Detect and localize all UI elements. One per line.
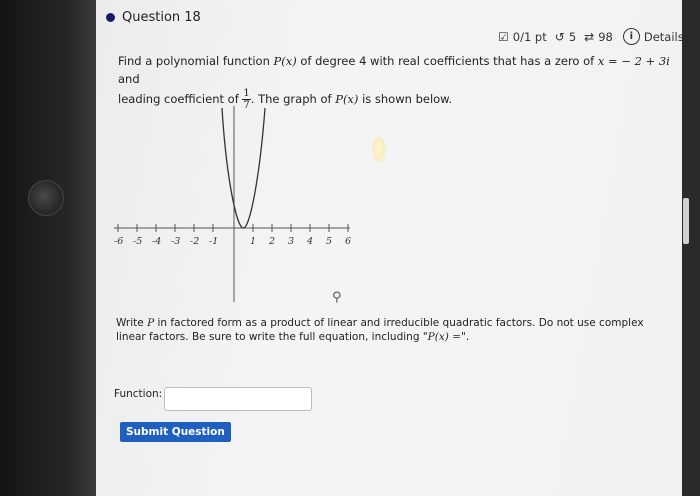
prompt-text: of degree 4 with real coefficients that … (300, 54, 595, 68)
attempts-icon: ⇄ (584, 29, 595, 44)
camera-lens (28, 180, 64, 216)
x-tick-label: 2 (268, 236, 275, 247)
x-tick-label: 6 (345, 236, 351, 247)
question-panel: Question 18 ☑ 0/1 pt ↺ 5 ⇄ 98 i Details … (96, 0, 682, 496)
x-tick-label: -3 (171, 236, 180, 247)
x-tick-label: -4 (152, 236, 161, 247)
prompt-text: Find a polynomial function (118, 54, 270, 68)
right-bezel (680, 0, 700, 496)
math-zero: x = − 2 + 3i (597, 54, 670, 68)
checkbox-edit-icon: ☑ (498, 29, 509, 44)
function-label: Function: (114, 388, 163, 400)
polynomial-graph: -6 -5 -4 -3 -2 -1 1 2 3 4 5 6 (114, 106, 351, 302)
screen-glare (372, 136, 386, 162)
math-p-of-x: P(x) (273, 54, 297, 68)
prompt-text: and (118, 72, 140, 86)
info-icon[interactable]: i (622, 28, 640, 45)
instruction-text: ". (460, 331, 470, 343)
instruction-text: in factored form as a product of linear … (116, 317, 644, 343)
score-text: 0/1 pt (512, 29, 547, 44)
question-status-bar: ☑ 0/1 pt ↺ 5 ⇄ 98 i Details (498, 28, 682, 45)
submit-question-button[interactable]: Submit Question (120, 422, 231, 442)
question-title: Question 18 (122, 10, 201, 25)
function-answer-input[interactable] (164, 387, 312, 411)
answer-instructions: Write P in factored form as a product of… (116, 316, 646, 344)
x-tick-label: -5 (133, 236, 142, 247)
x-tick-label: -1 (209, 236, 218, 247)
x-tick-label: 1 (250, 236, 256, 247)
question-prompt: Find a polynomial function P(x) of degre… (118, 52, 678, 111)
question-bullet-icon (106, 13, 115, 22)
math-equation: P(x) = (427, 331, 461, 343)
x-tick-label: 4 (306, 236, 313, 247)
fraction-numerator: 1 (242, 88, 251, 100)
instruction-text: Write (116, 317, 144, 329)
screen-bezel (0, 0, 96, 496)
x-tick-label: 5 (326, 236, 332, 247)
details-link[interactable]: Details (644, 30, 682, 44)
search-icon[interactable]: ⚲ (332, 290, 342, 305)
attempts-count: 98 (598, 29, 613, 44)
x-tick-label: -2 (190, 236, 199, 247)
x-tick-label: 3 (288, 236, 294, 247)
retry-icon[interactable]: ↺ (555, 30, 565, 44)
retries-count: 5 (568, 29, 577, 44)
math-p: P (147, 317, 155, 329)
prompt-text: is shown below. (362, 92, 453, 106)
scrollbar-thumb[interactable] (683, 198, 689, 244)
polynomial-curve (221, 107, 266, 229)
x-tick-label: -6 (114, 236, 123, 247)
